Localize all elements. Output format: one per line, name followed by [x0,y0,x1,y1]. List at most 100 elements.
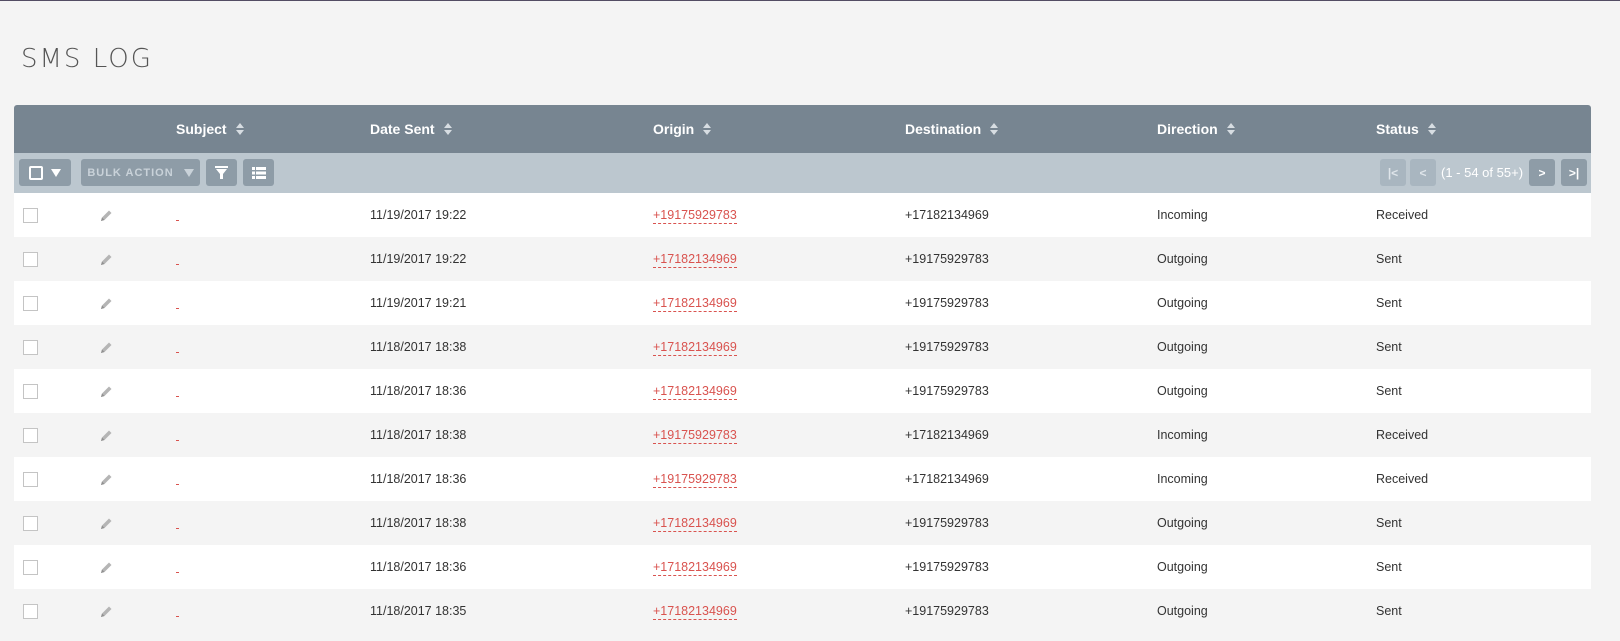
sort-icon[interactable] [235,122,244,136]
filter-button[interactable] [206,159,237,186]
sort-icon[interactable] [1226,122,1235,136]
column-header-label: Status [1376,121,1419,137]
pagination-next-button[interactable]: > [1529,159,1555,186]
direction-cell: Incoming [1157,208,1208,222]
column-chooser-button[interactable] [243,159,274,186]
list-toolbar: BULK ACTION |< < (1 - 54 of 55+) > >| [14,153,1591,193]
origin-link[interactable]: +17182134969 [653,340,737,356]
origin-cell: +19175929783 [653,413,737,457]
date-sent-cell: 11/18/2017 18:38 [370,428,467,442]
pagination-first-button[interactable]: |< [1380,159,1406,186]
destination-cell: +17182134969 [905,428,989,442]
subject-link[interactable] [176,219,179,221]
sort-icon[interactable] [703,122,712,136]
chevron-down-icon [183,168,194,177]
pencil-icon[interactable] [98,296,114,312]
direction-cell: Incoming [1157,472,1208,486]
destination-cell: +19175929783 [905,252,989,266]
direction-cell: Outgoing [1157,252,1208,266]
column-header-label: Date Sent [370,121,435,137]
column-header-direction[interactable]: Direction [1157,105,1235,153]
table-row: 11/18/2017 18:35 +17182134969 +191759297… [14,589,1591,633]
status-cell: Received [1376,208,1429,222]
pencil-icon[interactable] [98,252,114,268]
top-border-line [0,0,1620,1]
select-all-dropdown[interactable] [19,159,71,186]
row-checkbox[interactable] [23,516,38,531]
row-checkbox[interactable] [23,296,38,311]
bulk-action-label: BULK ACTION [87,166,174,179]
subject-link[interactable] [176,263,179,265]
origin-link[interactable]: +19175929783 [653,428,737,444]
origin-link[interactable]: +17182134969 [653,384,737,400]
destination-cell: +19175929783 [905,340,989,354]
origin-link[interactable]: +17182134969 [653,516,737,532]
origin-cell: +17182134969 [653,325,737,369]
pagination-prev-button[interactable]: < [1410,159,1436,186]
column-header-origin[interactable]: Origin [653,105,712,153]
pencil-icon[interactable] [98,604,114,620]
row-checkbox[interactable] [23,472,38,487]
status-cell: Sent [1376,296,1402,310]
status-cell: Sent [1376,384,1402,398]
pagination-last-button[interactable]: >| [1561,159,1587,186]
row-checkbox[interactable] [23,604,38,619]
status-cell: Sent [1376,516,1402,530]
filter-icon [215,165,228,179]
pencil-icon[interactable] [98,428,114,444]
list-view-table: Subject Date Sent Origin Destination Dir… [14,105,1591,633]
status-cell: Sent [1376,340,1402,354]
row-checkbox[interactable] [23,428,38,443]
origin-link[interactable]: +19175929783 [653,472,737,488]
subject-link[interactable] [176,571,179,573]
origin-link[interactable]: +17182134969 [653,296,737,312]
subject-link[interactable] [176,307,179,309]
sort-icon[interactable] [990,122,999,136]
origin-link[interactable]: +17182134969 [653,252,737,268]
row-checkbox[interactable] [23,560,38,575]
column-header-date-sent[interactable]: Date Sent [370,105,452,153]
subject-link[interactable] [176,439,179,441]
destination-cell: +19175929783 [905,296,989,310]
sort-icon[interactable] [443,122,452,136]
pencil-icon[interactable] [98,384,114,400]
pagination-summary: (1 - 54 of 55+) [1441,165,1524,180]
row-checkbox[interactable] [23,340,38,355]
date-sent-cell: 11/18/2017 18:38 [370,340,467,354]
origin-link[interactable]: +19175929783 [653,208,737,224]
row-checkbox[interactable] [23,384,38,399]
column-header-label: Destination [905,121,982,137]
column-header-status[interactable]: Status [1376,105,1436,153]
direction-cell: Outgoing [1157,604,1208,618]
subject-link[interactable] [176,395,179,397]
column-header-destination[interactable]: Destination [905,105,999,153]
subject-link[interactable] [176,615,179,617]
subject-link[interactable] [176,483,179,485]
table-row: 11/18/2017 18:38 +19175929783 +171821349… [14,413,1591,457]
date-sent-cell: 11/19/2017 19:21 [370,296,467,310]
pencil-icon[interactable] [98,472,114,488]
column-chooser-icon [251,166,266,179]
column-header-subject[interactable]: Subject [176,105,244,153]
bulk-action-button[interactable]: BULK ACTION [81,159,200,186]
subject-link[interactable] [176,351,179,353]
direction-cell: Outgoing [1157,384,1208,398]
status-cell: Sent [1376,252,1402,266]
table-row: 11/18/2017 18:36 +17182134969 +191759297… [14,369,1591,413]
date-sent-cell: 11/18/2017 18:36 [370,472,467,486]
origin-link[interactable]: +17182134969 [653,560,737,576]
sort-icon[interactable] [1427,122,1436,136]
table-row: 11/18/2017 18:36 +17182134969 +191759297… [14,545,1591,589]
pencil-icon[interactable] [98,208,114,224]
status-cell: Received [1376,428,1429,442]
table-body: 11/19/2017 19:22 +19175929783 +171821349… [14,193,1591,633]
origin-cell: +17182134969 [653,281,737,325]
pencil-icon[interactable] [98,516,114,532]
pencil-icon[interactable] [98,340,114,356]
destination-cell: +17182134969 [905,472,989,486]
subject-link[interactable] [176,527,179,529]
origin-link[interactable]: +17182134969 [653,604,737,620]
row-checkbox[interactable] [23,208,38,223]
pencil-icon[interactable] [98,560,114,576]
row-checkbox[interactable] [23,252,38,267]
